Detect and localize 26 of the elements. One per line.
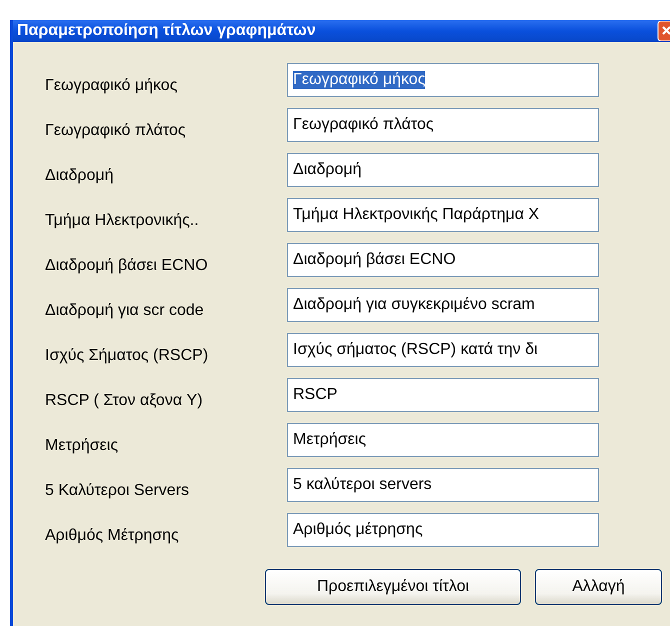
input-field[interactable]: Γεωγραφικό πλάτος bbox=[287, 108, 599, 142]
default-titles-button[interactable]: Προεπιλεγμένοι τίτλοι bbox=[265, 569, 521, 605]
close-icon[interactable] bbox=[657, 21, 670, 41]
field-label: Μετρήσεις bbox=[45, 436, 120, 455]
change-button[interactable]: Αλλαγή bbox=[535, 569, 662, 605]
field-label: Διαδρομή bbox=[45, 166, 115, 185]
input-field[interactable]: 5 καλύτεροι servers bbox=[287, 468, 599, 502]
window-title: Παραμετροποίηση τίτλων γραφημάτων bbox=[17, 22, 316, 40]
field-label: 5 Καλύτεροι Servers bbox=[45, 481, 190, 500]
field-label: Γεωγραφικό πλάτος bbox=[45, 121, 187, 140]
input-field[interactable]: RSCP bbox=[287, 378, 599, 412]
field-label: Ισχύς Σήματος (RSCP) bbox=[45, 346, 210, 365]
input-field[interactable]: Διαδρομή για συγκεκριμένο scram bbox=[287, 288, 599, 322]
input-field[interactable]: Τμήμα Ηλεκτρονικής Παράρτημα Χ bbox=[287, 198, 599, 232]
field-label: Τμήμα Ηλεκτρονικής.. bbox=[45, 211, 200, 230]
field-label: Αριθμός Μέτρησης bbox=[45, 526, 180, 545]
input-field[interactable]: Ισχύς σήματος (RSCP) κατά την δι bbox=[287, 333, 599, 367]
input-field[interactable]: Γεωγραφικό μήκος bbox=[287, 63, 599, 97]
input-field[interactable]: Αριθμός μέτρησης bbox=[287, 513, 599, 547]
field-label: Διαδρομή για scr code bbox=[45, 301, 205, 320]
input-field[interactable]: Μετρήσεις bbox=[287, 423, 599, 457]
input-field[interactable]: Διαδρομή βάσει ECNO bbox=[287, 243, 599, 277]
field-label: Διαδρομή βάσει ECNO bbox=[45, 256, 209, 275]
field-label: RSCP ( Στον αξονα Y) bbox=[45, 391, 204, 410]
input-field[interactable]: Διαδρομή bbox=[287, 153, 599, 187]
field-label: Γεωγραφικό μήκος bbox=[45, 76, 178, 95]
